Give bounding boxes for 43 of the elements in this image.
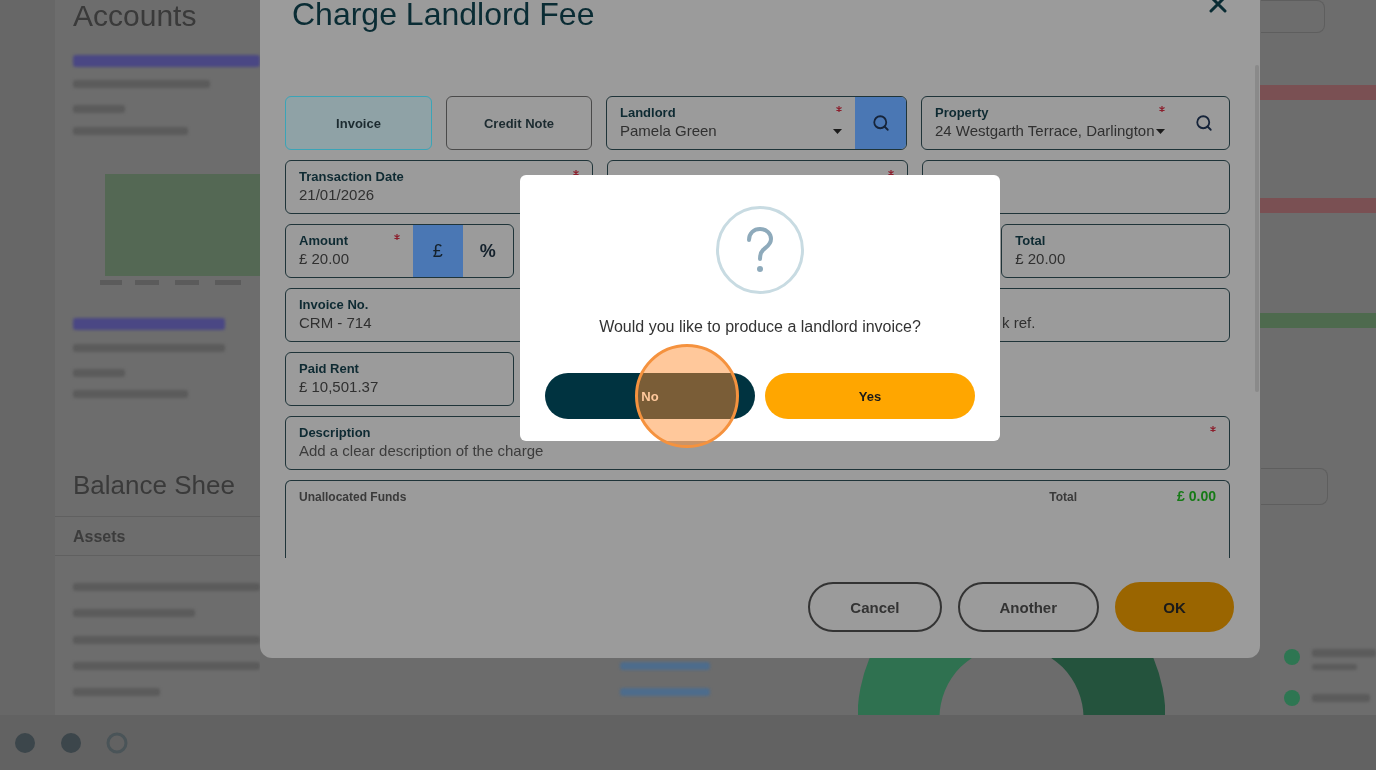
- action-button[interactable]: Cancel: [808, 582, 942, 632]
- field-label: Description: [299, 424, 371, 441]
- dialog-button[interactable]: Yes: [765, 373, 975, 419]
- panel-title: Unallocated Funds: [299, 490, 408, 505]
- search-icon: [871, 114, 890, 132]
- toggle-button[interactable]: Invoice: [285, 96, 432, 150]
- close-icon: [1208, 0, 1228, 14]
- select-field[interactable]: [1261, 0, 1325, 33]
- input-field[interactable]: Paid Rent £ 10,501.37: [285, 352, 514, 406]
- toggle-button[interactable]: Credit Note: [446, 96, 592, 150]
- select-field[interactable]: Landlord Pamela Green: [606, 96, 907, 150]
- ring-icon[interactable]: [106, 731, 128, 754]
- search-button[interactable]: [855, 97, 906, 149]
- scrollbar-thumb[interactable]: [1255, 65, 1259, 392]
- dialog-button[interactable]: No: [545, 373, 755, 419]
- confirm-button[interactable]: OK: [1115, 582, 1234, 632]
- search-icon: [1194, 114, 1213, 132]
- close-button[interactable]: [1208, 0, 1228, 14]
- total-label: Total: [1049, 490, 1078, 505]
- unit-toggle[interactable]: %: [462, 225, 513, 277]
- modal-title: Charge Landlord Fee: [292, 0, 595, 32]
- select-field[interactable]: [1261, 468, 1328, 505]
- field-label: Paid Rent: [299, 360, 359, 377]
- dialog-message: Would you like to produce a landlord invoice?: [599, 317, 921, 337]
- field-label: Total: [1015, 232, 1046, 249]
- field-label: Landlord: [620, 104, 676, 121]
- field-label: Property: [935, 104, 989, 121]
- select-field[interactable]: Property 24 Westgarth Terrace, Darlington: [921, 96, 1230, 150]
- caret-icon: [1156, 128, 1165, 134]
- unit-toggle[interactable]: £: [412, 225, 463, 277]
- legend-dot-icon: [1284, 690, 1300, 706]
- field-label: Invoice No.: [299, 296, 369, 313]
- legend-dot-icon: [1284, 649, 1300, 665]
- total-amount: £ 0.00: [1177, 489, 1216, 504]
- amount-field[interactable]: Amount £ 20.00 £ %: [285, 224, 514, 278]
- input-field[interactable]: Total £ 20.00: [1001, 224, 1230, 278]
- field-label: Transaction Date: [299, 168, 404, 185]
- caret-icon: [833, 128, 842, 134]
- field-label: Amount: [299, 232, 349, 249]
- circle-icon[interactable]: [14, 731, 36, 754]
- question-icon: [716, 206, 804, 294]
- circle-icon[interactable]: [60, 731, 82, 754]
- action-button[interactable]: Another: [957, 582, 1099, 632]
